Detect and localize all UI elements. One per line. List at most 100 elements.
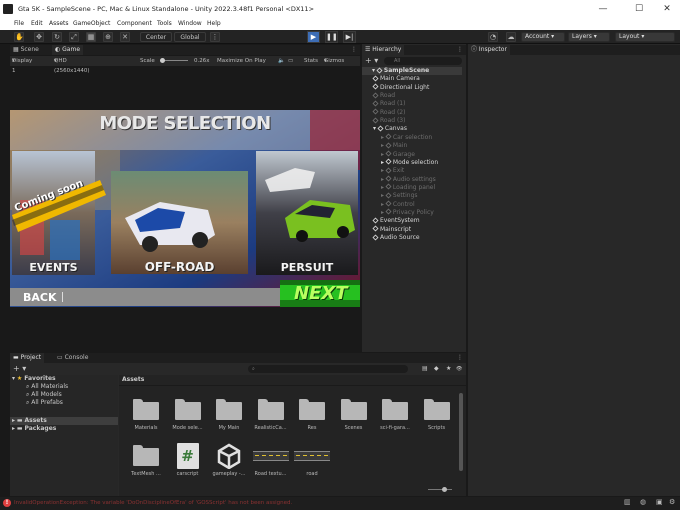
hierarchy-item[interactable]: ▸ Garage xyxy=(381,150,415,159)
project-menu-icon[interactable]: ⋮ xyxy=(454,353,466,363)
icon-size-slider-handle[interactable] xyxy=(442,487,447,492)
custom-tool-icon[interactable]: ✕ xyxy=(120,32,130,42)
game-viewport[interactable]: MODE SELECTION Coming soon EVENTS OFF-RO… xyxy=(10,110,360,307)
close-button[interactable]: ✕ xyxy=(656,0,678,18)
hierarchy-item[interactable]: ▸ Loading panel xyxy=(381,183,435,192)
panel-menu-icon[interactable]: ⋮ xyxy=(348,45,360,55)
favorite-star-icon[interactable]: ★ xyxy=(446,364,451,374)
asset-tile[interactable]: gameplay -... xyxy=(209,443,249,483)
persuit-card[interactable] xyxy=(256,151,358,275)
scale-tool-icon[interactable]: ⤢ xyxy=(69,32,79,42)
asset-tile[interactable]: Scripts xyxy=(417,397,457,437)
hierarchy-item[interactable]: Main Camera xyxy=(372,75,420,83)
tab-hierarchy[interactable]: ☰ Hierarchy xyxy=(362,45,405,55)
maximize-button[interactable]: ☐ xyxy=(628,0,650,18)
hierarchy-item[interactable]: ▸ Exit xyxy=(381,167,404,175)
hierarchy-item[interactable]: ▸ Privacy Policy xyxy=(381,208,434,217)
project-search-input[interactable]: ⌕ xyxy=(248,365,408,373)
menu-tools[interactable]: Tools xyxy=(157,18,172,30)
asset-tile[interactable]: My Main xyxy=(209,397,249,437)
hand-tool-icon[interactable]: ✋ xyxy=(14,32,24,42)
back-button[interactable]: BACK xyxy=(23,291,57,304)
collab-icon[interactable]: ◔ xyxy=(488,32,498,42)
favorites-node[interactable]: ▾ ★ Favorites xyxy=(12,375,56,383)
packages-node[interactable]: ▸ ▬ Packages xyxy=(12,425,56,433)
assets-node[interactable]: ▸ ▬ Assets xyxy=(10,417,118,425)
rotate-tool-icon[interactable]: ↻ xyxy=(52,32,62,42)
tab-console[interactable]: ▭ Console xyxy=(54,353,91,363)
menu-file[interactable]: File xyxy=(14,18,24,30)
pause-button[interactable]: ❚❚ xyxy=(325,31,338,43)
icon-size-slider[interactable] xyxy=(428,489,452,490)
hierarchy-item[interactable]: ▾ SampleScene xyxy=(362,66,462,75)
offroad-card[interactable] xyxy=(111,171,248,274)
asset-tile[interactable]: TextMesh ... xyxy=(126,443,166,483)
grid-snap-icon[interactable]: ⋮ xyxy=(210,32,220,42)
build-icon[interactable]: ▥ xyxy=(624,498,631,506)
fav-all-models[interactable]: ⌕ All Models xyxy=(26,391,62,399)
assets-scrollbar[interactable] xyxy=(459,393,463,471)
asset-tile[interactable]: Res xyxy=(292,397,332,437)
tab-scene[interactable]: ▦ Scene xyxy=(10,45,42,55)
layout-icon[interactable]: ▭ xyxy=(288,56,293,66)
step-button[interactable]: ▶| xyxy=(343,31,356,43)
hierarchy-item[interactable]: ▸ Control xyxy=(381,200,415,209)
next-button[interactable]: NEXT xyxy=(294,283,348,304)
fav-all-materials[interactable]: ⌕ All Materials xyxy=(26,383,68,391)
hierarchy-item[interactable]: Road (3) xyxy=(372,117,405,125)
hierarchy-item[interactable]: ▸ Settings xyxy=(381,192,418,200)
hierarchy-item[interactable]: Road xyxy=(372,92,395,100)
menu-help[interactable]: Help xyxy=(207,18,221,30)
account-dropdown[interactable]: Account ▾ xyxy=(521,32,565,42)
hierarchy-item[interactable]: Road (2) xyxy=(372,108,405,117)
hierarchy-item[interactable]: ▸ Mode selection xyxy=(381,158,438,167)
asset-tile[interactable]: Scenes xyxy=(334,397,374,437)
hierarchy-menu-icon[interactable]: ⋮ xyxy=(454,45,466,55)
asset-tile[interactable]: RealisticCa... xyxy=(251,397,291,437)
filter-type-icon[interactable]: ▤ xyxy=(422,364,428,374)
asset-tile[interactable]: Mode sele... xyxy=(168,397,208,437)
hierarchy-item[interactable]: Road (1) xyxy=(372,100,405,108)
rect-tool-icon[interactable]: ▦ xyxy=(86,32,96,42)
menu-component[interactable]: Component xyxy=(117,18,152,30)
hierarchy-item[interactable]: ▸ Main xyxy=(381,142,407,150)
settings-icon[interactable]: ⚙ xyxy=(669,498,675,506)
create-asset-button[interactable]: + ▾ xyxy=(13,364,26,374)
asset-tile[interactable]: # carscript xyxy=(168,443,208,483)
tab-inspector[interactable]: ⓘ Inspector xyxy=(468,45,510,55)
asset-tile[interactable]: sci-fi-gara... xyxy=(375,397,415,437)
cloud-icon[interactable]: ☁ xyxy=(506,32,516,42)
hierarchy-item[interactable]: Audio Source xyxy=(372,233,420,242)
asset-tile[interactable]: Road textu... xyxy=(251,443,291,483)
transform-tool-icon[interactable]: ⊕ xyxy=(103,32,113,42)
minimize-button[interactable]: — xyxy=(592,0,614,18)
hierarchy-item[interactable]: ▾ Canvas xyxy=(373,125,407,133)
filter-label-icon[interactable]: ◆ xyxy=(434,364,439,374)
hierarchy-item[interactable]: ▸ Audio settings xyxy=(381,175,436,184)
hierarchy-search-input[interactable]: All xyxy=(384,57,462,65)
hierarchy-item[interactable]: EventSystem xyxy=(372,217,420,225)
gizmos-dropdown[interactable]: Gizmos ▾ xyxy=(324,56,344,66)
hierarchy-item[interactable]: ▸ Car selection xyxy=(381,133,432,142)
asset-tile[interactable]: road xyxy=(292,443,332,483)
move-tool-icon[interactable]: ✥ xyxy=(34,32,44,42)
menu-gameobject[interactable]: GameObject xyxy=(73,18,110,30)
layout-dropdown[interactable]: Layout ▾ xyxy=(615,32,675,42)
add-object-button[interactable]: + ▾ xyxy=(365,56,378,66)
scale-slider-handle[interactable] xyxy=(160,58,165,63)
progress-icon[interactable]: ◍ xyxy=(640,498,646,506)
menu-window[interactable]: Window xyxy=(178,18,202,30)
fav-all-prefabs[interactable]: ⌕ All Prefabs xyxy=(26,399,63,407)
status-error-message[interactable]: InvalidOperationException: The variable … xyxy=(14,497,404,510)
display-dropdown[interactable]: Display 1 ▾ xyxy=(12,56,32,74)
menu-assets[interactable]: Assets xyxy=(49,18,69,30)
pivot-global-toggle[interactable]: Global xyxy=(174,32,206,42)
tab-project[interactable]: ▬ Project xyxy=(10,353,45,363)
cache-icon[interactable]: ▣ xyxy=(656,498,663,506)
stats-toggle[interactable]: Stats xyxy=(304,56,318,66)
layers-dropdown[interactable]: Layers ▾ xyxy=(568,32,610,42)
mute-audio-icon[interactable]: 🔈 xyxy=(278,56,285,66)
tab-game[interactable]: ◐ Game xyxy=(52,45,84,55)
maximize-on-play-toggle[interactable]: Maximize On Play xyxy=(217,56,266,66)
hierarchy-item[interactable]: Mainscript xyxy=(372,225,411,234)
